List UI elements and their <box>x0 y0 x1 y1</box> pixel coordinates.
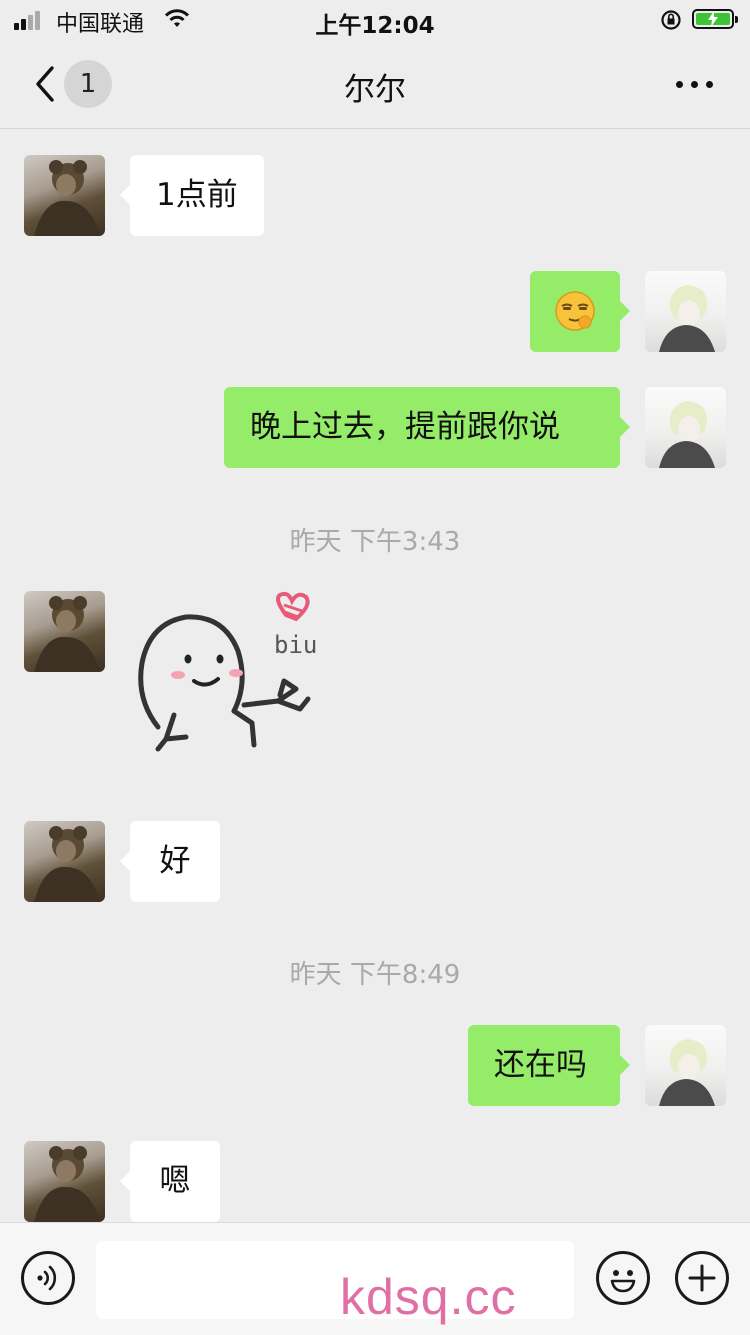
rotation-lock-icon <box>661 10 681 30</box>
contact-avatar[interactable] <box>24 1141 105 1222</box>
my-avatar[interactable] <box>645 271 726 352</box>
contact-avatar[interactable] <box>24 155 105 236</box>
my-avatar[interactable] <box>645 1025 726 1106</box>
message-bubble[interactable]: 好 <box>120 821 220 902</box>
nav-bar: 1 尔尔 <box>0 42 750 129</box>
chat-history[interactable]: 1点前 晚上过去，提前跟你说 昨天 下午3:43 biu 好 昨天 下午8:49… <box>0 129 750 1222</box>
contact-avatar[interactable] <box>24 821 105 902</box>
watermark: kdsq.cc <box>340 1269 517 1325</box>
contact-avatar[interactable] <box>24 591 105 672</box>
my-avatar[interactable] <box>645 387 726 468</box>
message-bubble[interactable]: 还在吗 <box>468 1025 630 1106</box>
message-bubble[interactable]: 1点前 <box>120 155 264 236</box>
more-dots-icon[interactable] <box>672 78 716 90</box>
voice-icon[interactable] <box>21 1251 75 1305</box>
plus-icon[interactable] <box>675 1251 729 1305</box>
message-bubble[interactable]: 嗯 <box>120 1141 220 1222</box>
battery-icon <box>692 9 738 29</box>
sticker-caption: biu <box>274 631 318 659</box>
sticker-message[interactable]: biu <box>128 589 334 789</box>
smirk-emoji <box>555 291 595 331</box>
chat-title: 尔尔 <box>344 72 406 108</box>
message-bubble[interactable]: 晚上过去，提前跟你说 <box>224 387 630 468</box>
message-bubble[interactable] <box>530 271 630 352</box>
status-bar: 中国联通 上午12:04 <box>0 0 750 42</box>
timestamp: 昨天 下午8:49 <box>289 960 461 990</box>
timestamp: 昨天 下午3:43 <box>289 527 461 557</box>
emoji-icon[interactable] <box>596 1251 650 1305</box>
status-time: 上午12:04 <box>315 13 435 39</box>
